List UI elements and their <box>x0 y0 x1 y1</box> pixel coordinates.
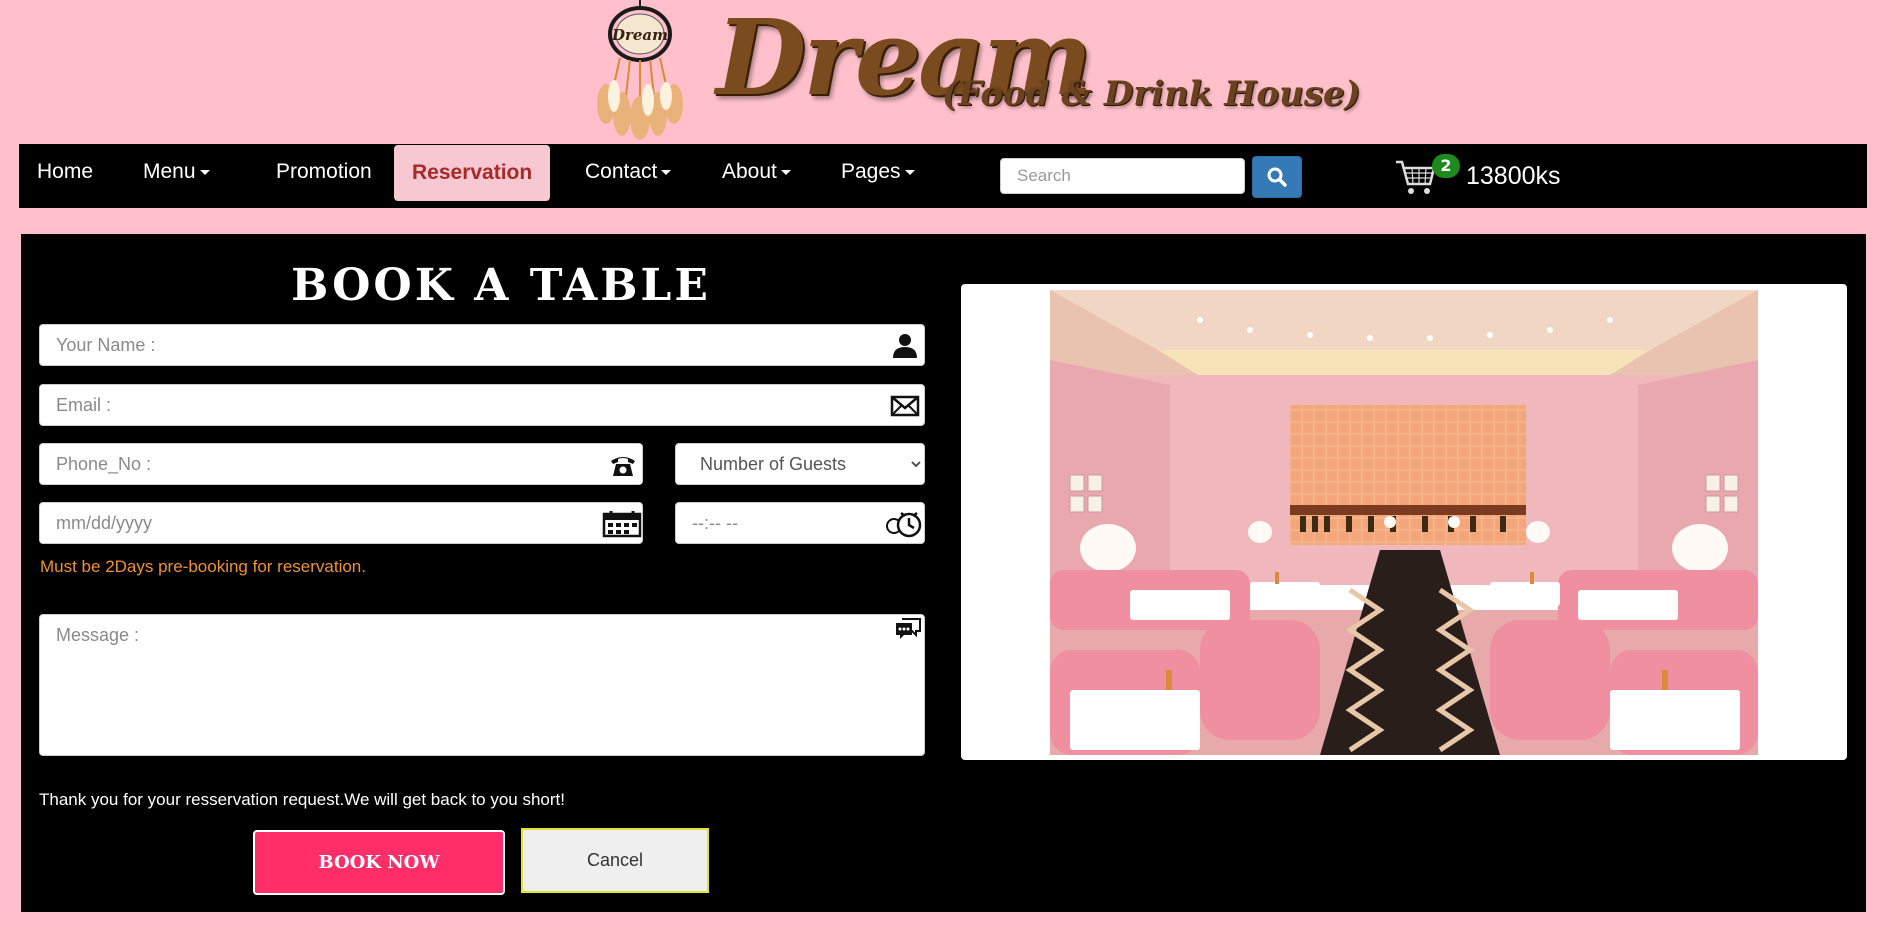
date-input[interactable] <box>40 503 642 543</box>
cancel-button[interactable]: Cancel <box>521 828 709 893</box>
caret-down-icon <box>904 169 915 175</box>
date-field <box>39 502 643 544</box>
name-input[interactable] <box>40 325 924 365</box>
book-now-button[interactable]: BOOK NOW <box>253 830 505 895</box>
nav-pages-label: Pages <box>841 160 901 183</box>
message-field <box>39 614 925 756</box>
name-field <box>39 324 925 366</box>
chat-bubble-icon <box>896 618 921 639</box>
nav-reservation-label: Reservation <box>412 161 533 184</box>
nav-about-label: About <box>722 160 777 183</box>
nav-home-label: Home <box>37 160 94 183</box>
nav-about[interactable]: About <box>704 144 809 200</box>
logo-badge-text: Dream <box>611 26 668 44</box>
nav-contact[interactable]: Contact <box>567 144 689 200</box>
guests-select[interactable]: Number of Guests <box>676 444 924 484</box>
email-input[interactable] <box>40 385 924 425</box>
dreamcatcher-icon: Dream <box>597 0 683 140</box>
envelope-icon <box>890 395 920 417</box>
nav-promotion[interactable]: Promotion <box>258 144 390 200</box>
phone-input[interactable] <box>40 444 642 484</box>
reservation-panel: BOOK A TABLE Number of Guests <box>21 234 1866 912</box>
time-field <box>675 502 925 544</box>
search-icon <box>1267 167 1287 187</box>
nav-home[interactable]: Home <box>19 144 111 200</box>
main-navbar: Home Menu Promotion Reservation Contact … <box>19 144 1867 208</box>
restaurant-interior-image <box>1050 290 1758 755</box>
prebooking-note: Must be 2Days pre-booking for reservatio… <box>40 557 366 576</box>
message-textarea[interactable] <box>40 615 924 755</box>
clock-icon <box>886 512 922 538</box>
thank-you-message: Thank you for your resservation request.… <box>39 790 565 809</box>
restaurant-photo-card <box>961 284 1847 760</box>
site-logo[interactable]: Dream Dream (Food & Drink House) <box>576 0 1361 142</box>
page-title: BOOK A TABLE <box>291 260 711 311</box>
search-button[interactable] <box>1252 156 1302 198</box>
email-field <box>39 384 925 426</box>
nav-promotion-label: Promotion <box>276 160 372 183</box>
nav-menu[interactable]: Menu <box>125 144 228 200</box>
guests-field: Number of Guests <box>675 443 925 485</box>
nav-menu-label: Menu <box>143 160 196 183</box>
nav-reservation[interactable]: Reservation <box>394 145 551 201</box>
caret-down-icon <box>661 169 672 175</box>
caret-down-icon <box>199 169 210 175</box>
cart-count-badge: 2 <box>1432 154 1460 178</box>
telephone-icon <box>611 457 635 476</box>
calendar-icon <box>602 511 642 538</box>
user-icon <box>893 334 917 358</box>
phone-field <box>39 443 643 485</box>
cart[interactable]: 2 13800ks <box>1394 152 1614 200</box>
nav-contact-label: Contact <box>585 160 658 183</box>
cart-total: 13800ks <box>1466 162 1561 190</box>
logo-tagline: (Food & Drink House) <box>942 74 1361 114</box>
search-input[interactable] <box>1000 158 1245 194</box>
caret-down-icon <box>780 169 791 175</box>
nav-pages[interactable]: Pages <box>823 144 933 200</box>
